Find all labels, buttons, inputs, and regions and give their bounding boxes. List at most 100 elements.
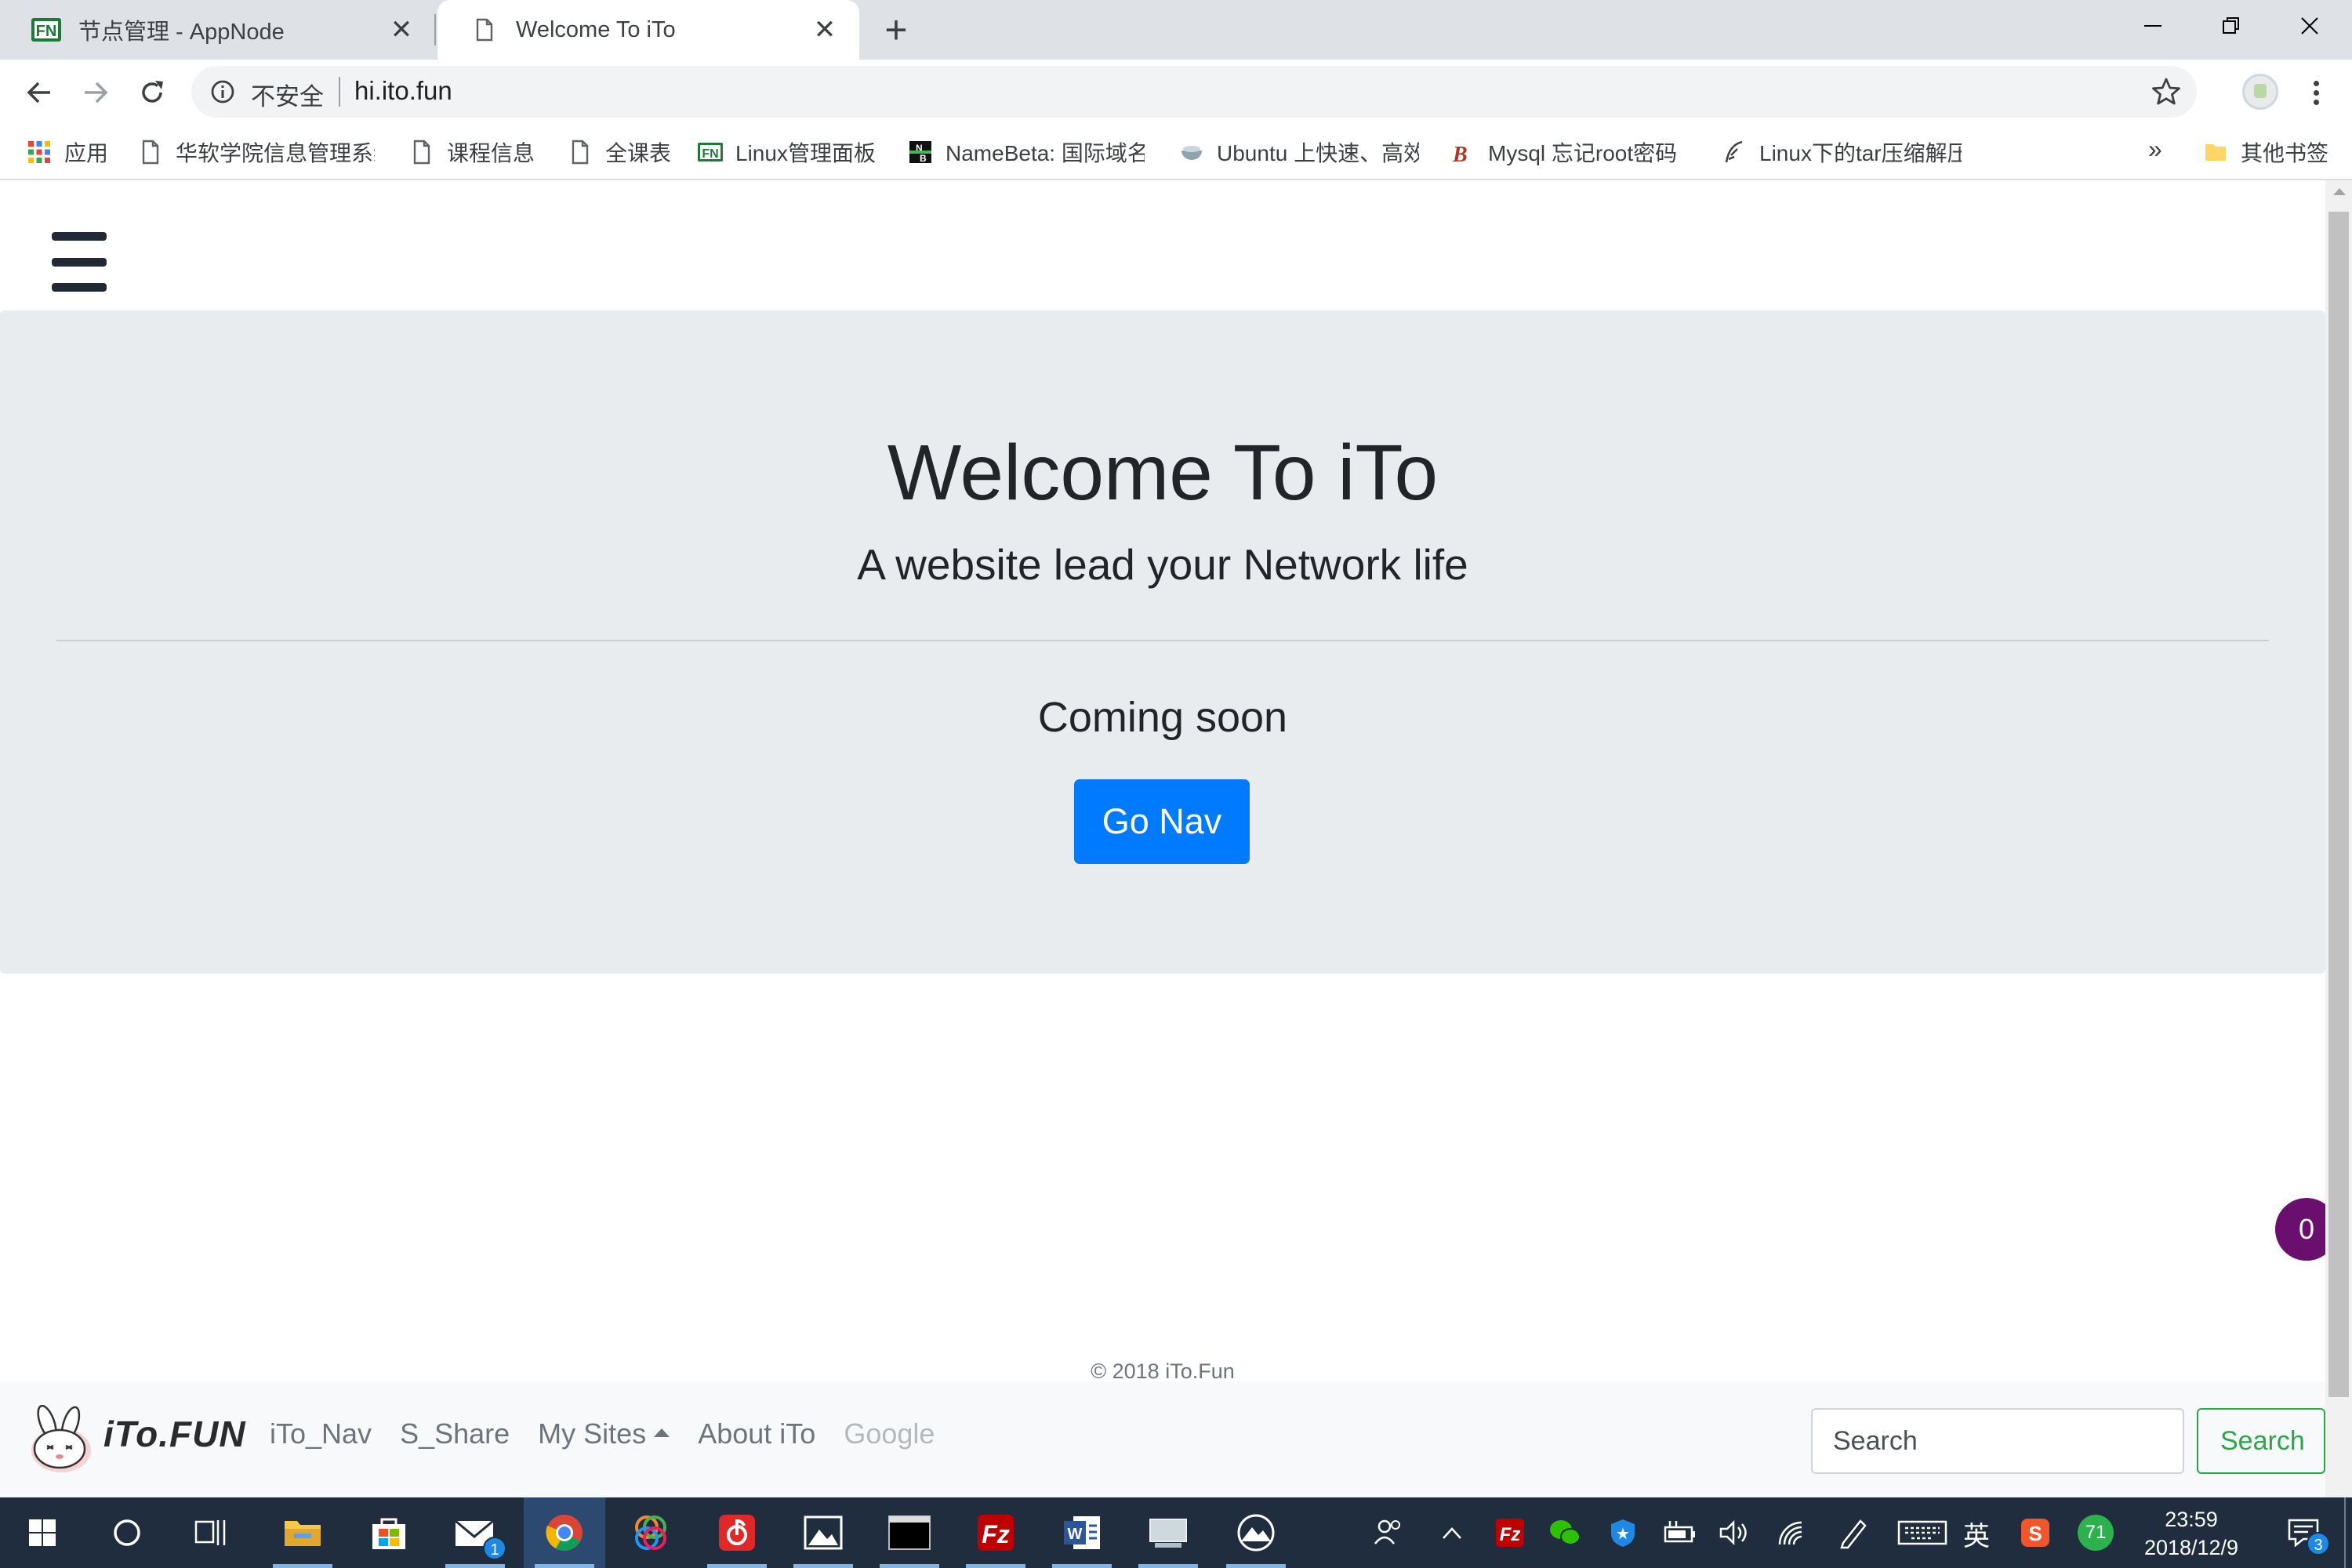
tab-welcome[interactable]: Welcome To iTo ✕ bbox=[437, 0, 859, 60]
notification-count-badge: 3 bbox=[2307, 1532, 2330, 1555]
show-desktop-button[interactable] bbox=[2344, 1497, 2346, 1568]
url-text[interactable]: hi.ito.fun bbox=[354, 76, 452, 106]
filezilla-button[interactable]: Fz bbox=[955, 1497, 1036, 1568]
bookmarks-overflow-button[interactable]: » bbox=[2148, 135, 2162, 164]
bookmark-ubuntu[interactable]: Ubuntu 上快速、高效 bbox=[1179, 136, 1419, 168]
appnode-icon: FN bbox=[31, 18, 61, 42]
restore-button[interactable] bbox=[2192, 0, 2270, 52]
bookmark-timetable[interactable]: 全课表 bbox=[568, 136, 671, 168]
file-explorer-button[interactable] bbox=[262, 1497, 343, 1568]
nav-link-s-share[interactable]: S_Share bbox=[400, 1417, 510, 1450]
chrome-menu-icon[interactable] bbox=[2302, 74, 2330, 111]
touch-keyboard-button[interactable] bbox=[1893, 1497, 1952, 1568]
bookmark-label: Linux下的tar压缩解压 bbox=[1759, 141, 1962, 165]
bookmark-other[interactable]: 其他书签 bbox=[2203, 136, 2328, 168]
store-button[interactable] bbox=[348, 1497, 430, 1568]
menu-toggle-icon[interactable] bbox=[52, 230, 107, 293]
back-button[interactable] bbox=[20, 74, 58, 111]
bookmark-label: Ubuntu 上快速、高效 bbox=[1217, 141, 1419, 165]
bookmark-namebeta[interactable]: N B NameBeta: 国际域名 bbox=[908, 136, 1145, 168]
bookmark-star-icon[interactable] bbox=[2151, 77, 2181, 107]
svg-text:W: W bbox=[1068, 1526, 1083, 1543]
system-clock[interactable]: 23:59 2018/12/9 bbox=[2132, 1505, 2250, 1562]
appnode-icon: FN bbox=[698, 143, 723, 162]
word-icon: W bbox=[1064, 1516, 1100, 1549]
search-button[interactable]: Search bbox=[2197, 1408, 2325, 1474]
new-tab-button[interactable]: + bbox=[877, 10, 916, 50]
scroll-thumb[interactable] bbox=[2328, 212, 2349, 1397]
remote-desktop-button[interactable] bbox=[1127, 1497, 1209, 1568]
bookmark-linux-panel[interactable]: FN Linux管理面板 bbox=[698, 136, 876, 168]
task-view-button[interactable] bbox=[171, 1497, 252, 1568]
svg-text:Fz: Fz bbox=[1500, 1524, 1521, 1545]
drive-app-button[interactable] bbox=[1215, 1497, 1297, 1568]
score-badge: 71 bbox=[2078, 1515, 2114, 1551]
profile-avatar[interactable] bbox=[2242, 74, 2278, 110]
tray-sogou[interactable]: S bbox=[2012, 1497, 2059, 1568]
wifi-icon bbox=[1778, 1521, 1802, 1545]
caret-up-icon bbox=[654, 1428, 670, 1437]
bookmark-label: 全课表 bbox=[605, 141, 672, 165]
go-nav-button[interactable]: Go Nav bbox=[1074, 779, 1250, 864]
tab-appnode[interactable]: FN 节点管理 - AppNode ✕ bbox=[0, 0, 436, 60]
people-icon bbox=[1374, 1519, 1400, 1544]
pinwheel-app-button[interactable] bbox=[610, 1497, 691, 1568]
minimize-button[interactable] bbox=[2114, 0, 2192, 52]
photos-button[interactable] bbox=[782, 1497, 864, 1568]
nav-link-ito-nav[interactable]: iTo_Nav bbox=[270, 1417, 372, 1450]
tray-pen[interactable] bbox=[1830, 1497, 1877, 1568]
input-method-indicator[interactable]: 英 bbox=[1963, 1515, 1990, 1553]
tray-filezilla[interactable]: Fz bbox=[1486, 1497, 1534, 1568]
bookmark-label: Mysql 忘记root密码 bbox=[1488, 141, 1678, 165]
computer-icon bbox=[1149, 1519, 1187, 1548]
address-bar[interactable]: 不安全 hi.ito.fun bbox=[191, 66, 2197, 118]
terminal-button[interactable] bbox=[869, 1497, 950, 1568]
start-button[interactable] bbox=[2, 1497, 83, 1568]
bookmark-course-info[interactable]: 课程信息 bbox=[409, 136, 535, 168]
bookmark-linux-tar[interactable]: Linux下的tar压缩解压 bbox=[1722, 136, 1962, 168]
chrome-button[interactable] bbox=[524, 1497, 605, 1568]
windows-logo-icon bbox=[29, 1519, 56, 1546]
close-tab-icon[interactable]: ✕ bbox=[387, 16, 416, 44]
nav-link-about[interactable]: About iTo bbox=[698, 1417, 815, 1450]
tray-security[interactable]: ★ bbox=[1599, 1497, 1646, 1568]
close-tab-icon[interactable]: ✕ bbox=[811, 16, 839, 44]
tray-wifi[interactable] bbox=[1767, 1497, 1814, 1568]
word-button[interactable]: W bbox=[1041, 1497, 1123, 1568]
close-window-button[interactable] bbox=[2270, 0, 2349, 52]
action-center-button[interactable]: 3 bbox=[2274, 1497, 2333, 1568]
cortana-button[interactable] bbox=[86, 1497, 168, 1568]
page-icon bbox=[142, 140, 159, 165]
filezilla-icon: Fz bbox=[1496, 1519, 1524, 1547]
tray-battery[interactable] bbox=[1656, 1497, 1703, 1568]
info-icon[interactable] bbox=[210, 79, 235, 104]
netease-music-button[interactable] bbox=[696, 1497, 778, 1568]
tab-title: 节点管理 - AppNode bbox=[78, 20, 285, 45]
tray-wechat[interactable] bbox=[1541, 1497, 1588, 1568]
browser-toolbar: 不安全 hi.ito.fun bbox=[0, 60, 2352, 124]
nav-link-google[interactable]: Google bbox=[844, 1417, 935, 1450]
mail-button[interactable]: 1 bbox=[434, 1497, 516, 1568]
page-scrollbar[interactable] bbox=[2325, 180, 2352, 1497]
page-icon bbox=[572, 140, 589, 165]
coming-soon-text: Coming soon bbox=[1037, 694, 1288, 741]
tray-volume[interactable] bbox=[1711, 1497, 1758, 1568]
people-button[interactable] bbox=[1364, 1497, 1411, 1568]
copyright-text: © 2018 iTo.Fun bbox=[1091, 1359, 1235, 1383]
search-input[interactable]: Search bbox=[1811, 1408, 2184, 1474]
forward-button[interactable] bbox=[77, 74, 114, 111]
bookmark-mysql[interactable]: B Mysql 忘记root密码 bbox=[1450, 136, 1687, 168]
forward-arrow-icon bbox=[85, 82, 108, 103]
show-hidden-icons-button[interactable] bbox=[1428, 1497, 1475, 1568]
pen-icon bbox=[1840, 1519, 1867, 1549]
tray-security-score[interactable]: 71 bbox=[2068, 1497, 2123, 1568]
bookmark-huaruan[interactable]: 华软学院信息管理系统 bbox=[138, 136, 375, 168]
reload-button[interactable] bbox=[133, 74, 171, 111]
wechat-icon bbox=[1550, 1520, 1581, 1545]
bookmark-apps[interactable]: 应用 bbox=[27, 136, 108, 168]
bunny-logo-icon bbox=[31, 1404, 91, 1472]
brand-logo[interactable]: iTo.FUN bbox=[25, 1404, 245, 1475]
nav-link-my-sites[interactable]: My Sites bbox=[538, 1417, 670, 1450]
security-label[interactable]: 不安全 bbox=[251, 77, 324, 112]
scroll-up-icon[interactable] bbox=[2333, 188, 2346, 195]
